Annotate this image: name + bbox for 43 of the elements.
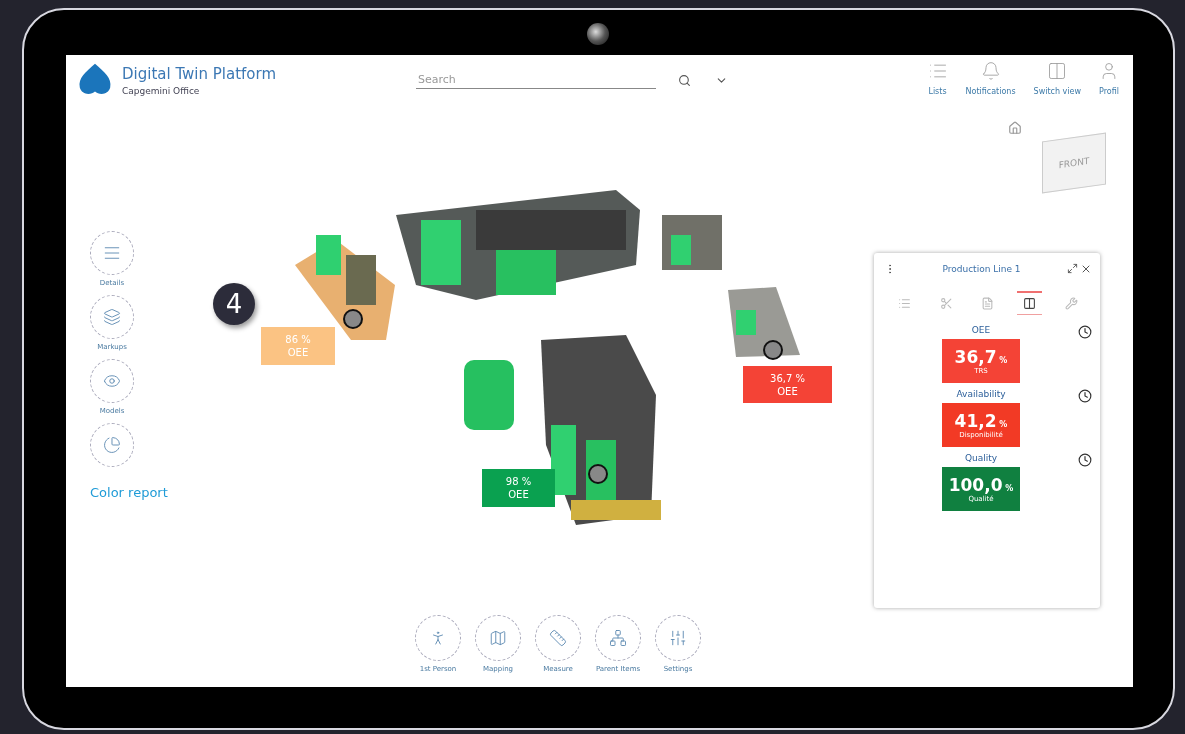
view-cube[interactable]: FRONT (1042, 132, 1106, 194)
app-title: Digital Twin Platform (122, 64, 277, 83)
metric-title: Quality (964, 453, 998, 463)
ruler-icon (549, 629, 567, 647)
document-icon (981, 297, 995, 310)
close-icon[interactable] (1080, 263, 1092, 275)
hierarchy-icon (609, 629, 627, 647)
columns-icon (1023, 297, 1037, 310)
header-action-button[interactable]: Profil (1099, 61, 1119, 96)
sliders-icon (669, 629, 687, 647)
history-icon[interactable] (1078, 389, 1092, 403)
step-badge: 4 (213, 283, 255, 325)
eye-icon (103, 372, 121, 390)
panel-tab[interactable] (1017, 291, 1043, 315)
header-action-button[interactable]: Notifications (965, 61, 1016, 96)
metric-title: Availability (956, 389, 1006, 399)
pie-chart-icon (103, 436, 121, 454)
home-icon[interactable] (1008, 121, 1022, 135)
oee-label: 36,7 % OEE (743, 366, 832, 403)
camera (587, 23, 609, 45)
search-icon (678, 73, 691, 87)
marker-dot[interactable] (763, 340, 783, 360)
color-report-link[interactable]: Color report (90, 485, 168, 500)
history-icon[interactable] (1078, 453, 1092, 467)
oee-label: 98 % OEE (482, 469, 555, 507)
map-icon (489, 629, 507, 647)
metric-title: OEE (971, 325, 991, 335)
scissors-icon (939, 297, 953, 310)
wrench-icon (1064, 297, 1078, 310)
header-action-button[interactable]: Lists (927, 61, 948, 96)
oee-label: 86 % OEE (261, 327, 335, 365)
panel-title: Production Line 1 (942, 264, 1021, 274)
history-icon[interactable] (1078, 325, 1092, 339)
menu-lines-icon (103, 244, 121, 262)
header-action-button[interactable]: Switch view (1033, 61, 1081, 96)
bell-icon (980, 61, 1001, 81)
app-subtitle: Capgemini Office (122, 85, 201, 96)
columns-icon (1047, 61, 1068, 81)
layers-icon (103, 308, 121, 326)
machine-drawing (728, 287, 800, 357)
machine-drawing (662, 215, 722, 270)
list-icon (898, 297, 912, 310)
expand-icon[interactable] (1067, 263, 1078, 274)
